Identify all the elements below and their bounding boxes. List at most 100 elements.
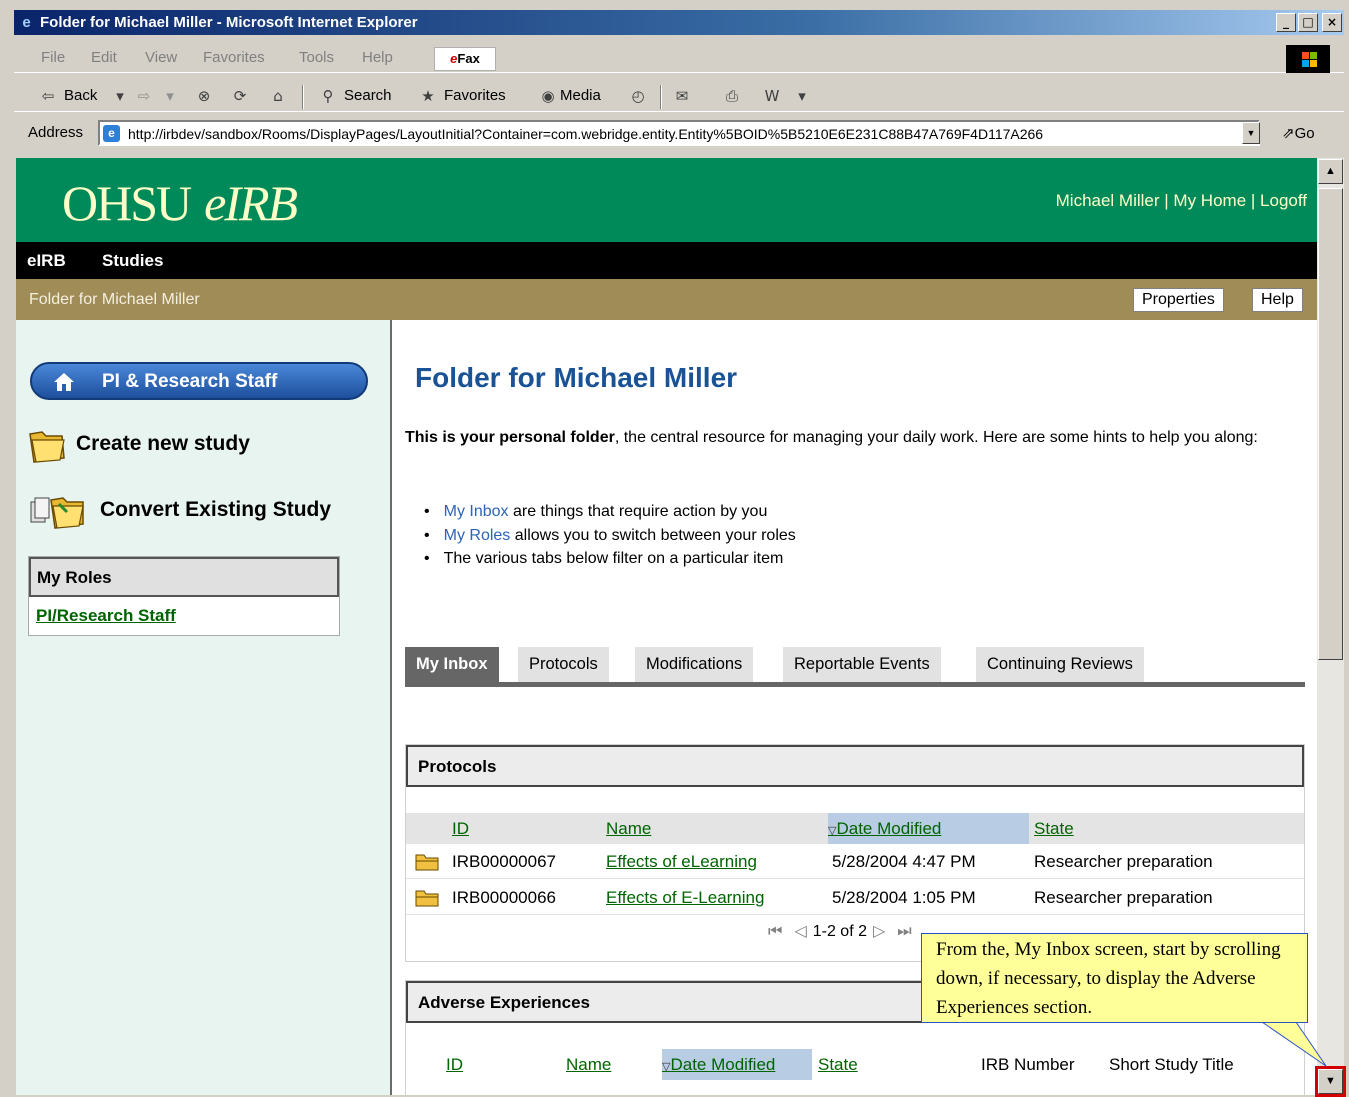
- my-inbox-link[interactable]: My Inbox: [444, 503, 509, 520]
- back-dropdown-icon[interactable]: ▾: [110, 86, 130, 106]
- internet-explorer-icon: e: [22, 14, 31, 31]
- my-roles-link[interactable]: My Roles: [444, 527, 511, 544]
- efax-button[interactable]: eFax: [434, 47, 496, 71]
- protocols-heading: Protocols: [406, 745, 1304, 787]
- protocol-id: IRB00000066: [452, 888, 556, 907]
- nav-studies[interactable]: Studies: [102, 251, 163, 271]
- menu-view[interactable]: View: [145, 49, 177, 66]
- tab-reportable-events[interactable]: Reportable Events: [783, 647, 941, 682]
- tab-modifications[interactable]: Modifications: [635, 647, 754, 682]
- breadcrumb: Folder for Michael Miller: [29, 291, 200, 308]
- my-roles-panel: My Roles PI/Research Staff: [28, 556, 340, 636]
- back-arrow-icon: ⇦: [41, 87, 55, 105]
- forward-dropdown-icon[interactable]: ▾: [160, 86, 180, 106]
- last-page-icon[interactable]: ⏭: [897, 921, 911, 940]
- stop-icon[interactable]: ⊗: [194, 86, 214, 106]
- protocol-name-link[interactable]: Effects of eLearning: [606, 852, 757, 872]
- nav-eirb[interactable]: eIRB: [27, 251, 66, 271]
- pi-research-staff-button[interactable]: PI & Research Staff: [30, 362, 368, 400]
- edit-word-icon[interactable]: W: [762, 86, 782, 106]
- intro-bold: This is your personal folder: [405, 429, 615, 446]
- address-field[interactable]: e http://irbdev/sandbox/Rooms/DisplayPag…: [98, 120, 1260, 146]
- hint-text: are things that require action by you: [508, 503, 768, 520]
- close-button[interactable]: ×: [1322, 13, 1342, 32]
- create-new-study-label: Create new study: [76, 432, 250, 455]
- help-button[interactable]: Help: [1252, 288, 1303, 312]
- back-button[interactable]: Back: [64, 87, 97, 104]
- menu-favorites[interactable]: Favorites: [203, 49, 265, 66]
- column-header-date-modified[interactable]: ▽Date Modified: [662, 1049, 812, 1080]
- efax-suffix: Fax: [457, 51, 480, 66]
- date-modified-label: Date Modified: [836, 819, 942, 838]
- table-header-row: ID Name ▽Date Modified State IRB Number …: [406, 1049, 1304, 1080]
- address-url[interactable]: http://irbdev/sandbox/Rooms/DisplayPages…: [128, 126, 1043, 142]
- title-bar: e Folder for Michael Miller - Microsoft …: [14, 10, 1344, 35]
- go-button[interactable]: ⇗Go: [1282, 124, 1315, 142]
- column-header-name[interactable]: Name: [566, 1055, 611, 1075]
- menu-edit[interactable]: Edit: [91, 49, 117, 66]
- convert-existing-study-label: Convert Existing Study: [100, 498, 332, 521]
- logoff-link[interactable]: Logoff: [1260, 191, 1307, 210]
- properties-button[interactable]: Properties: [1133, 288, 1224, 312]
- scrollbar-thumb[interactable]: [1318, 188, 1343, 660]
- tab-my-inbox[interactable]: My Inbox: [405, 647, 499, 682]
- next-page-icon[interactable]: ▷: [873, 921, 885, 940]
- column-header-short-study-title: Short Study Title: [1109, 1055, 1234, 1074]
- history-icon[interactable]: ◴: [628, 86, 648, 106]
- tab-continuing-reviews[interactable]: Continuing Reviews: [976, 647, 1144, 682]
- protocol-date: 5/28/2004 4:47 PM: [832, 852, 976, 871]
- column-header-state[interactable]: State: [1034, 819, 1074, 839]
- protocol-state: Researcher preparation: [1034, 852, 1213, 871]
- column-header-date-modified[interactable]: ▽Date Modified: [828, 813, 1029, 844]
- protocol-name-link[interactable]: Effects of E-Learning: [606, 888, 764, 908]
- folder-icon: [415, 890, 439, 907]
- prev-page-icon[interactable]: ◁: [794, 921, 806, 940]
- date-modified-label: Date Modified: [670, 1055, 776, 1074]
- column-header-state[interactable]: State: [818, 1055, 858, 1075]
- logo-sub: eIRB: [204, 175, 298, 231]
- first-page-icon[interactable]: ⏮: [768, 921, 782, 940]
- favorites-button[interactable]: Favorites: [444, 87, 506, 104]
- home-icon: [54, 373, 74, 391]
- list-item: The various tabs below filter on a parti…: [424, 547, 796, 571]
- maximize-button[interactable]: □: [1298, 13, 1318, 32]
- minimize-button[interactable]: _: [1276, 13, 1296, 32]
- scroll-down-highlight: [1315, 1066, 1346, 1097]
- menu-bar: File Edit View Favorites Tools Help eFax: [14, 44, 1344, 73]
- mail-icon[interactable]: ✉: [672, 86, 692, 106]
- address-bar: Address e http://irbdev/sandbox/Rooms/Di…: [14, 117, 1344, 149]
- menu-help[interactable]: Help: [362, 49, 393, 66]
- address-label: Address: [28, 124, 84, 141]
- menu-tools[interactable]: Tools: [299, 49, 334, 66]
- tab-bar: My Inbox Protocols Modifications Reporta…: [405, 647, 1305, 687]
- column-header-id[interactable]: ID: [446, 1055, 463, 1075]
- menu-file[interactable]: File: [41, 49, 65, 66]
- search-button[interactable]: Search: [344, 87, 392, 104]
- media-icon: ◉: [541, 87, 555, 105]
- logo-main: OHSU: [62, 175, 192, 231]
- table-row: IRB00000066 Effects of E-Learning 5/28/2…: [406, 880, 1304, 915]
- pi-research-staff-role-link[interactable]: PI/Research Staff: [36, 606, 176, 626]
- refresh-icon[interactable]: ⟳: [230, 86, 250, 106]
- page-title: Folder for Michael Miller: [415, 362, 738, 393]
- sidebar: PI & Research Staff Create new study Con…: [16, 320, 392, 1095]
- toolbar-separator: [302, 85, 304, 109]
- my-home-link[interactable]: My Home: [1173, 191, 1246, 210]
- media-button[interactable]: Media: [560, 87, 601, 104]
- window-title: Folder for Michael Miller - Microsoft In…: [40, 14, 418, 31]
- toolbar: ⇦ Back ▾ ⇨ ▾ ⊗ ⟳ ⌂ ⚲ Search ★ Favorites …: [14, 81, 1344, 112]
- home-icon[interactable]: ⌂: [268, 86, 288, 106]
- column-header-id[interactable]: ID: [452, 819, 469, 839]
- page-icon: e: [103, 125, 120, 142]
- address-dropdown-icon[interactable]: ▼: [1242, 122, 1260, 144]
- print-icon[interactable]: ⎙: [722, 86, 742, 106]
- column-header-name[interactable]: Name: [606, 819, 651, 839]
- user-name-link[interactable]: Michael Miller: [1056, 191, 1160, 210]
- vertical-scrollbar[interactable]: ▲ ▼: [1315, 158, 1346, 1097]
- scroll-up-arrow-icon[interactable]: ▲: [1318, 159, 1343, 184]
- hint-text: allows you to switch between your roles: [510, 526, 796, 544]
- tab-protocols[interactable]: Protocols: [518, 647, 609, 682]
- hints-list: My Inbox are things that require action …: [424, 500, 796, 571]
- edit-dropdown-icon[interactable]: ▾: [792, 86, 812, 106]
- forward-arrow-icon[interactable]: ⇨: [134, 86, 154, 106]
